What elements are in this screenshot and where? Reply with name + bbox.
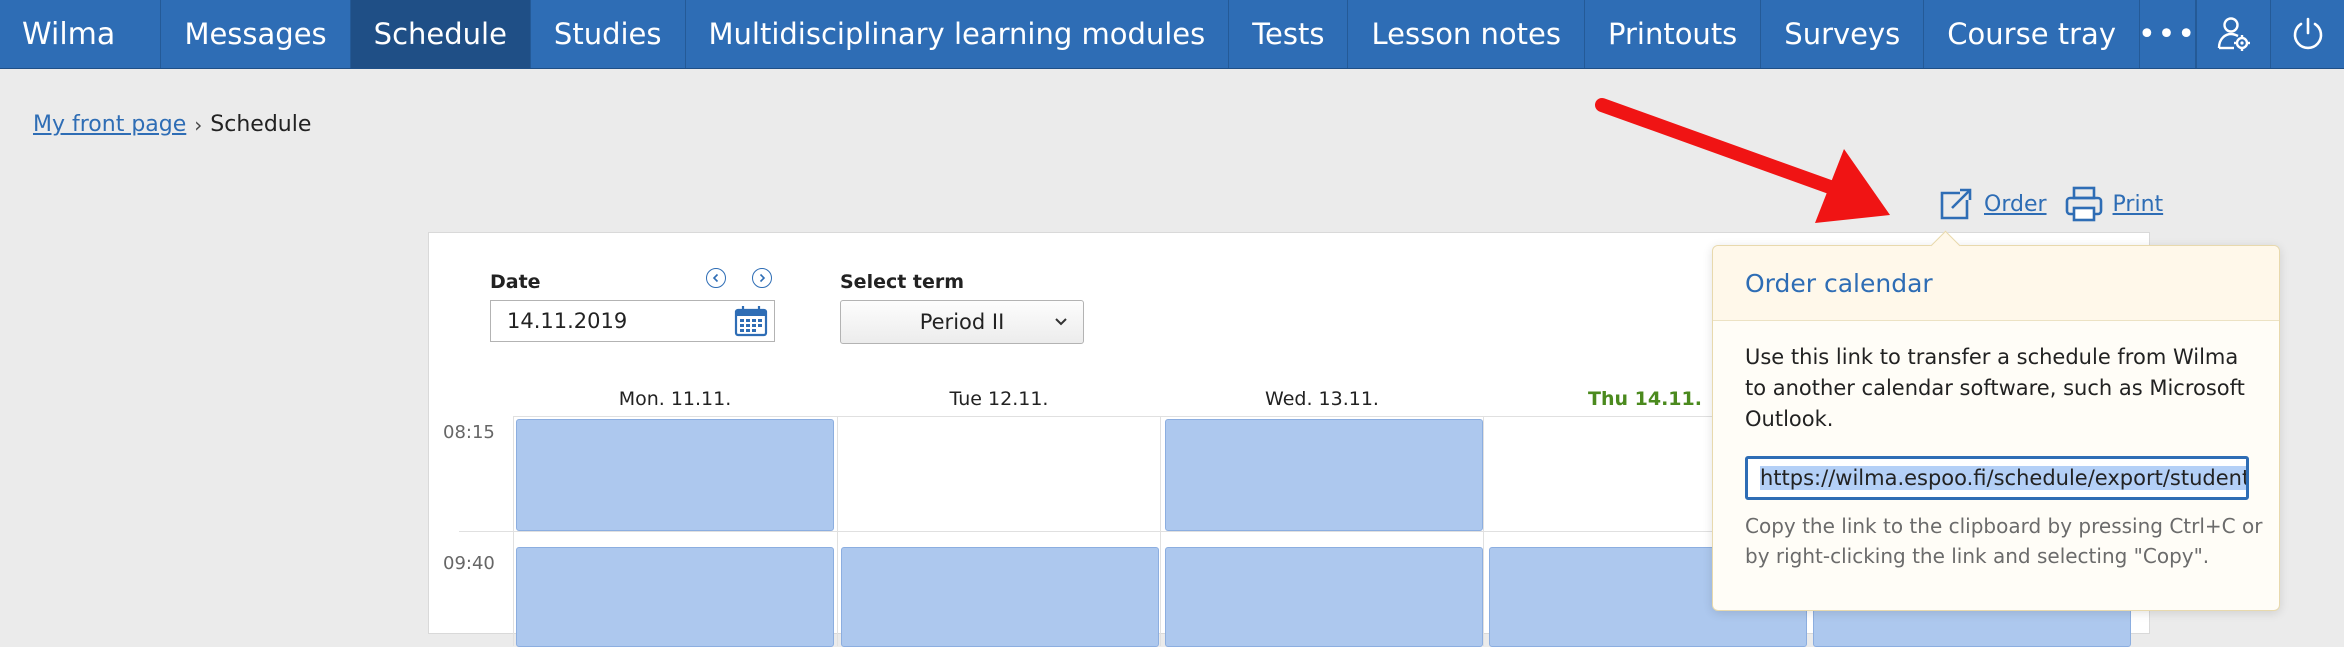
printer-icon <box>2065 186 2102 222</box>
power-icon <box>2293 17 2322 50</box>
date-label: Date <box>490 271 541 293</box>
top-navigation: Wilma Messages Schedule Studies Multidis… <box>0 0 2344 69</box>
popover-description: Use this link to transfer a schedule fro… <box>1745 345 2245 431</box>
external-link-icon <box>1940 188 1972 220</box>
order-calendar-popover: Order calendar Use this link to transfer… <box>1712 230 2280 611</box>
term-label: Select term <box>840 271 965 293</box>
logout-button[interactable] <box>2270 0 2344 68</box>
next-week-button[interactable] <box>752 268 772 288</box>
chevron-left-icon <box>712 273 719 283</box>
calendar-picker-button[interactable] <box>734 305 768 342</box>
red-arrow-annotation <box>1595 98 1890 223</box>
chevron-down-icon <box>1055 318 1067 326</box>
lesson-block[interactable] <box>1165 547 1483 647</box>
popover-title: Order calendar <box>1713 246 2279 321</box>
grid-line <box>1483 416 1484 646</box>
nav-item-schedule[interactable]: Schedule <box>350 0 531 68</box>
nav-item-studies[interactable]: Studies <box>531 0 686 68</box>
grid-line <box>837 416 838 646</box>
chevron-right-icon <box>759 273 766 283</box>
day-header-wednesday: Wed. 13.11. <box>1265 388 1379 410</box>
date-value: 14.11.2019 <box>507 309 628 333</box>
breadcrumb-separator: › <box>194 112 203 137</box>
nav-item-surveys[interactable]: Surveys <box>1761 0 1925 68</box>
lesson-block[interactable] <box>841 547 1159 647</box>
order-calendar-link[interactable]: Order <box>1936 184 2047 224</box>
grid-line <box>513 416 514 646</box>
breadcrumb: My front page › Schedule <box>33 112 311 137</box>
time-label-0940: 09:40 <box>443 553 495 574</box>
nav-item-course-tray[interactable]: Course tray <box>1924 0 2140 68</box>
print-label: Print <box>2112 191 2164 217</box>
calendar-export-url: https://wilma.espoo.fi/schedule/export/s… <box>1760 466 2246 490</box>
print-link[interactable]: Print <box>2063 184 2164 224</box>
time-label-0815: 08:15 <box>443 422 495 443</box>
grid-line <box>1160 416 1161 646</box>
lesson-block[interactable] <box>1165 419 1483 531</box>
breadcrumb-current: Schedule <box>210 112 312 137</box>
schedule-actions: Order Print <box>1936 184 2163 224</box>
nav-item-tests[interactable]: Tests <box>1229 0 1349 68</box>
nav-item-lesson-notes[interactable]: Lesson notes <box>1348 0 1585 68</box>
nav-item-multidisciplinary-learning-modules[interactable]: Multidisciplinary learning modules <box>686 0 1230 68</box>
calendar-export-url-field[interactable]: https://wilma.espoo.fi/schedule/export/s… <box>1745 456 2249 500</box>
nav-more-button[interactable]: ••• <box>2138 0 2196 68</box>
user-settings-button[interactable] <box>2196 0 2270 68</box>
date-field[interactable]: 14.11.2019 <box>490 300 775 342</box>
order-label: Order <box>1984 191 2047 217</box>
app-logo[interactable]: Wilma <box>0 0 162 68</box>
breadcrumb-home-link[interactable]: My front page <box>33 112 186 137</box>
term-select[interactable]: Period II <box>840 300 1084 344</box>
calendar-icon <box>734 306 768 337</box>
nav-item-messages[interactable]: Messages <box>161 0 351 68</box>
user-settings-icon <box>2217 17 2250 51</box>
popover-copy-hint: Copy the link to the clipboard by pressi… <box>1745 514 2263 568</box>
day-header-tuesday: Tue 12.11. <box>949 388 1049 410</box>
day-header-monday: Mon. 11.11. <box>618 388 732 410</box>
nav-right-group <box>2196 0 2344 68</box>
lesson-block[interactable] <box>516 547 834 647</box>
nav-item-printouts[interactable]: Printouts <box>1585 0 1762 68</box>
previous-week-button[interactable] <box>706 268 726 288</box>
lesson-block[interactable] <box>516 419 834 531</box>
term-value: Period II <box>919 310 1005 334</box>
